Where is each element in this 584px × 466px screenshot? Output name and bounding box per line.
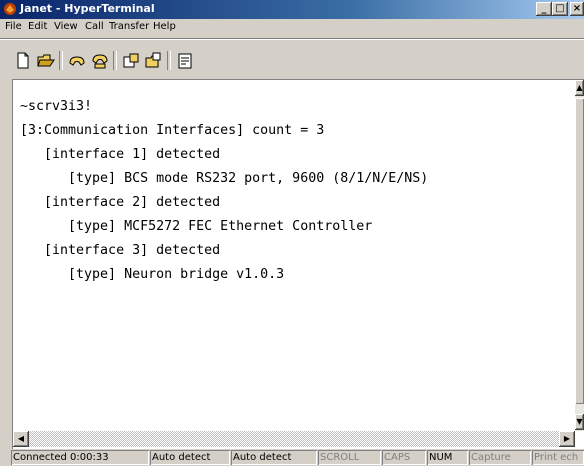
minimize-button[interactable]: _ <box>536 2 552 16</box>
arrow-left-icon: ◀ <box>17 434 25 443</box>
scroll-up-button[interactable]: ▲ <box>575 80 584 96</box>
status-capture: Capture <box>469 450 531 465</box>
menu-call[interactable]: Call <box>85 21 104 32</box>
vertical-scroll-thumb[interactable] <box>575 98 584 404</box>
status-num: NUM <box>427 450 468 465</box>
arrow-up-icon: ▲ <box>576 83 583 92</box>
menu-file[interactable]: File <box>5 21 22 32</box>
toolbar-separator <box>167 51 171 70</box>
status-connected: Connected 0:00:33 <box>11 450 149 465</box>
toolbar-separator <box>113 51 117 70</box>
horizontal-scrollbar[interactable] <box>13 431 575 447</box>
title-bar[interactable]: Janet - HyperTerminal _ □ × <box>0 0 584 19</box>
hyperterminal-icon <box>4 3 16 15</box>
terminal-line: [3:Communication Interfaces] count = 3 <box>20 123 325 138</box>
terminal-line: [type] MCF5272 FEC Ethernet Controller <box>20 219 373 234</box>
properties-icon[interactable] <box>175 51 195 70</box>
terminal-line: ~scrv3i3! <box>20 99 93 114</box>
close-icon: × <box>572 3 582 14</box>
terminal-line: [interface 1] detected <box>20 147 221 162</box>
scroll-left-button[interactable]: ◀ <box>13 431 29 447</box>
status-detect-1: Auto detect <box>150 450 230 465</box>
toolbar-separator <box>59 51 63 70</box>
terminal-line: [type] BCS mode RS232 port, 9600 (8/1/N/… <box>20 171 429 186</box>
arrow-right-icon: ▶ <box>563 434 571 443</box>
connect-icon[interactable] <box>67 51 87 70</box>
terminal-line: [interface 3] detected <box>20 243 221 258</box>
status-print-echo: Print ech <box>532 450 584 465</box>
menu-transfer[interactable]: Transfer <box>109 21 149 32</box>
window-title: Janet - HyperTerminal <box>20 2 155 15</box>
new-icon[interactable] <box>13 51 33 70</box>
open-icon[interactable] <box>36 51 56 70</box>
terminal-line: [interface 2] detected <box>20 195 221 210</box>
menu-view[interactable]: View <box>54 21 78 32</box>
maximize-button[interactable]: □ <box>552 2 568 16</box>
send-icon[interactable] <box>121 51 141 70</box>
status-bar: Connected 0:00:33 Auto detect Auto detec… <box>0 449 584 466</box>
arrow-down-icon: ▼ <box>576 417 583 426</box>
close-button[interactable]: × <box>570 2 584 16</box>
terminal-output[interactable]: ~scrv3i3! [3:Communication Interfaces] co… <box>20 95 575 425</box>
maximize-icon: □ <box>555 3 565 14</box>
toolbar <box>0 38 584 77</box>
terminal-line: [type] Neuron bridge v1.0.3 <box>20 267 285 282</box>
menu-help[interactable]: Help <box>153 21 176 32</box>
menu-bar: File Edit View Call Transfer Help <box>0 19 584 37</box>
status-scroll: SCROLL <box>318 450 381 465</box>
status-caps: CAPS <box>382 450 426 465</box>
status-detect-2: Auto detect <box>231 450 317 465</box>
minimize-icon: _ <box>541 3 547 14</box>
menu-edit[interactable]: Edit <box>28 21 47 32</box>
scroll-down-button[interactable]: ▼ <box>575 414 584 430</box>
scroll-right-button[interactable]: ▶ <box>559 431 575 447</box>
vertical-scrollbar[interactable] <box>575 80 584 431</box>
disconnect-icon[interactable] <box>90 51 110 70</box>
receive-icon[interactable] <box>144 51 164 70</box>
